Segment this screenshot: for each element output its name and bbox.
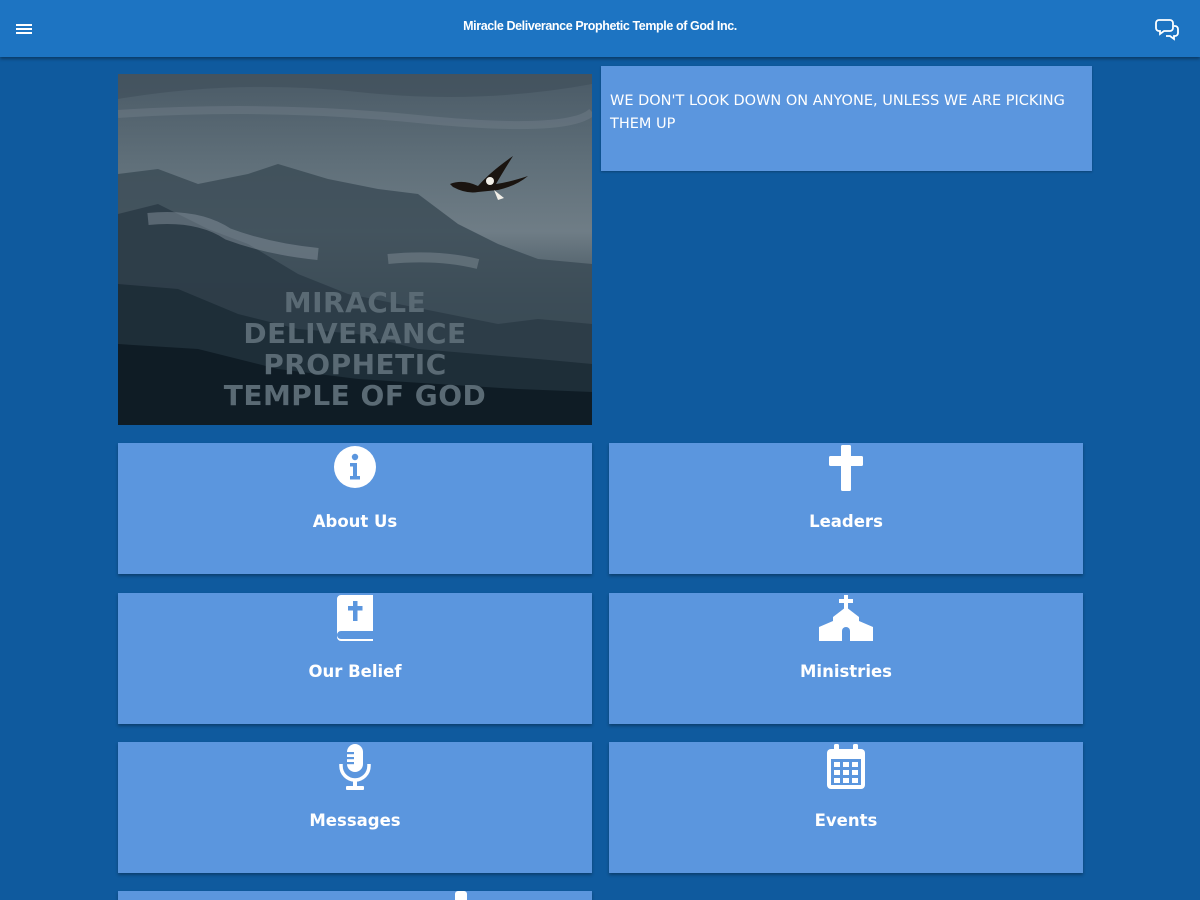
tile-label: Ministries xyxy=(800,662,892,681)
tile-about-us[interactable]: About Us xyxy=(118,443,592,574)
hero-title-text: MIRACLE DELIVERANCE PROPHETIC TEMPLE OF … xyxy=(223,286,487,412)
calendar-icon xyxy=(827,744,865,789)
tile-events[interactable]: Events xyxy=(609,742,1083,873)
info-icon xyxy=(334,446,376,488)
tile-label: Leaders xyxy=(809,512,883,531)
tile-label: About Us xyxy=(312,512,398,531)
hero-banner-image: MIRACLE DELIVERANCE PROPHETIC TEMPLE OF … xyxy=(118,74,592,425)
tile-partial[interactable] xyxy=(118,891,592,900)
cross-icon xyxy=(829,445,863,491)
top-app-bar: Miracle Deliverance Prophetic Temple of … xyxy=(0,0,1200,57)
tile-leaders[interactable]: Leaders xyxy=(609,443,1083,574)
tile-our-belief[interactable]: Our Belief xyxy=(118,593,592,724)
app-title: Miracle Deliverance Prophetic Temple of … xyxy=(463,19,737,33)
chat-bubbles-icon[interactable] xyxy=(1154,15,1182,41)
tile-label: Our Belief xyxy=(308,662,402,681)
microphone-icon xyxy=(339,744,371,790)
tile-messages[interactable]: Messages xyxy=(118,742,592,873)
tile-label: Events xyxy=(814,811,878,830)
church-icon xyxy=(819,595,873,641)
partial-icon xyxy=(455,891,467,900)
quote-card: WE DON'T LOOK DOWN ON ANYONE, UNLESS WE … xyxy=(601,66,1092,171)
bible-icon xyxy=(337,595,373,641)
quote-text: WE DON'T LOOK DOWN ON ANYONE, UNLESS WE … xyxy=(610,93,1065,132)
eagle-graphic xyxy=(450,156,528,200)
tile-label: Messages xyxy=(309,811,401,830)
tile-ministries[interactable]: Ministries xyxy=(609,593,1083,724)
